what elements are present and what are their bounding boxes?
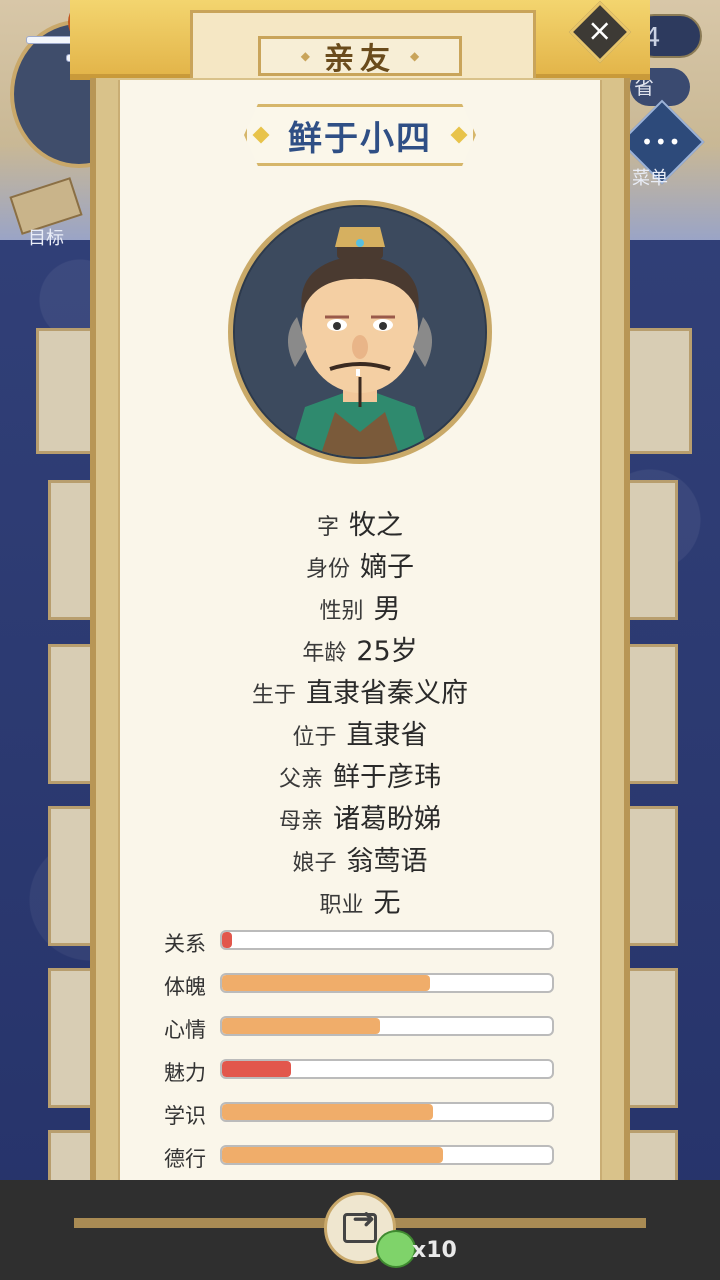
character-name: 鲜于小四 <box>288 118 432 159</box>
dialog-title: 亲友 <box>324 42 396 77</box>
reward-count: x10 <box>412 1238 457 1263</box>
character-name-plate: 鲜于小四 <box>244 104 476 166</box>
goal-label[interactable]: 目标 <box>28 224 64 250</box>
menu-label[interactable]: 菜单 <box>632 164 668 190</box>
info-row-wife: 娘子 翁莺语 <box>292 846 428 877</box>
stat-bar-charm <box>220 1059 554 1079</box>
stat-label-relationship: 关系 <box>164 932 206 956</box>
ellipsis-icon: ••• <box>641 129 683 154</box>
info-row-status: 身份 嫡子 <box>305 552 414 583</box>
info-row-age: 年龄 25岁 <box>302 636 418 667</box>
stat-bar-mood <box>220 1016 554 1036</box>
info-row-gender: 性别男 <box>319 594 401 625</box>
character-portrait <box>228 200 492 464</box>
info-row-birthplace: 生于 直隶省秦义府 <box>251 678 468 709</box>
stat-label-virtue: 德行 <box>164 1147 206 1171</box>
info-row-mother: 母亲 诸葛盼娣 <box>278 804 441 835</box>
character-face-icon <box>235 207 485 457</box>
stat-bar-knowledge <box>220 1102 554 1122</box>
stat-label-mood: 心情 <box>164 1018 206 1042</box>
stat-bar-relationship <box>220 930 554 950</box>
close-icon: × <box>587 13 613 49</box>
info-row-occupation: 职业无 <box>319 888 401 919</box>
dialog-title-plate: ◆ 亲友 ◆ <box>258 36 462 77</box>
share-icon <box>343 1202 377 1243</box>
stat-bar-physique <box>220 973 554 993</box>
stat-label-charm: 魅力 <box>164 1061 206 1085</box>
info-row-courtesy-name: 字牧之 <box>316 510 403 541</box>
diamond-ornament-icon: ◆ <box>410 49 420 63</box>
stat-label-physique: 体魄 <box>164 975 206 999</box>
gem-ornament-icon <box>450 126 468 144</box>
info-row-father: 父亲 鲜于彦玮 <box>278 762 441 793</box>
stat-bar-virtue <box>220 1145 554 1165</box>
info-row-location: 位于 直隶省 <box>292 720 428 751</box>
frog-coin-icon <box>376 1230 416 1268</box>
stat-label-knowledge: 学识 <box>164 1104 206 1128</box>
gem-ornament-icon <box>252 126 270 144</box>
diamond-ornament-icon: ◆ <box>300 49 310 63</box>
